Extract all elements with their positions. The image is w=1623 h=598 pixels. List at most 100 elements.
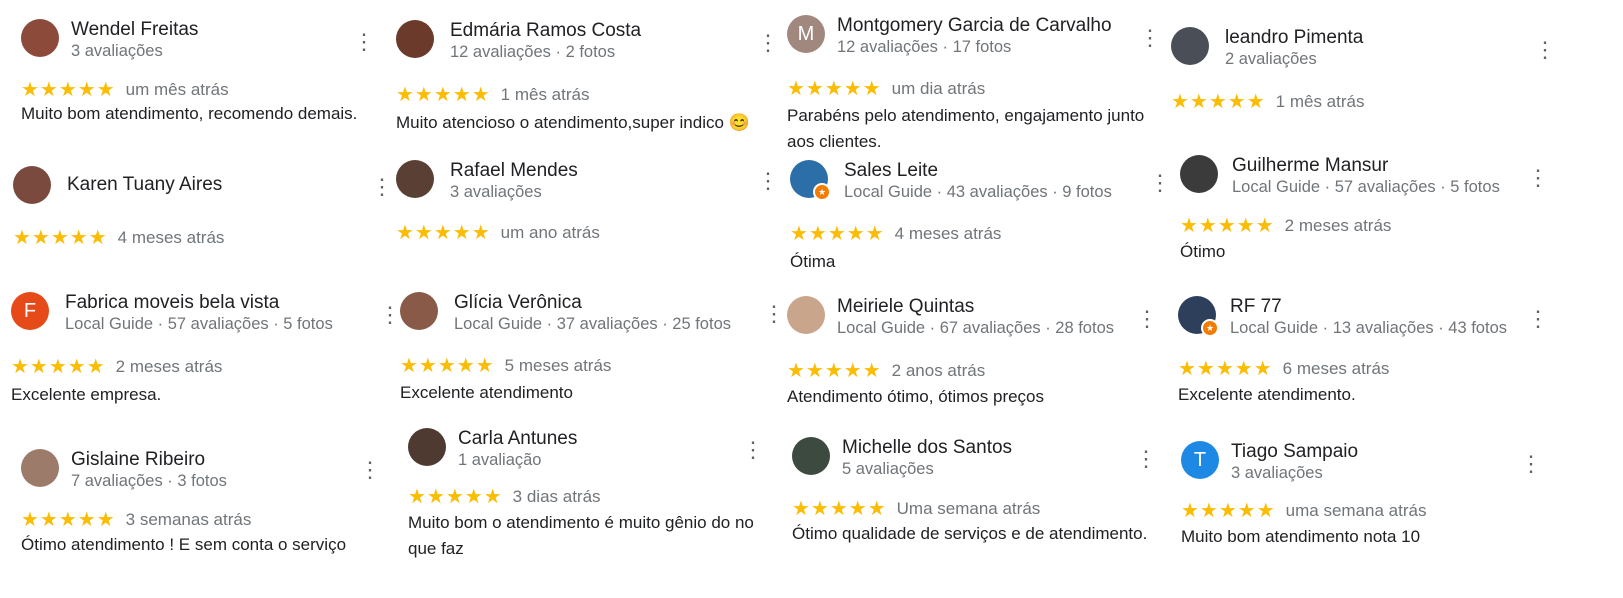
- reviewer-name[interactable]: Meiriele Quintas: [837, 296, 1114, 318]
- avatar[interactable]: [396, 160, 434, 198]
- review-card: T Tiago Sampaio 3 avaliações ⋮ ★★★★★ uma…: [1181, 441, 1546, 553]
- star-rating-icon: ★★★★★: [792, 498, 887, 520]
- more-vert-icon[interactable]: ⋮: [359, 459, 381, 481]
- review-text: Ótimo: [1180, 242, 1226, 261]
- reviewer-name[interactable]: RF 77: [1230, 296, 1507, 318]
- avatar[interactable]: [1171, 27, 1209, 65]
- review-card: ★ RF 77 Local Guide · 13 avaliações · 43…: [1178, 296, 1550, 414]
- avatar[interactable]: [1180, 155, 1218, 193]
- more-vert-icon[interactable]: ⋮: [379, 304, 401, 326]
- review-card: Rafael Mendes 3 avaliações ⋮ ★★★★★ um an…: [396, 160, 779, 250]
- star-rating-icon: ★★★★★: [408, 486, 503, 508]
- reviewer-name[interactable]: Glícia Verônica: [454, 292, 731, 314]
- review-time: 1 mês atrás: [1275, 91, 1365, 111]
- more-vert-icon[interactable]: ⋮: [763, 303, 785, 325]
- star-rating-icon: ★★★★★: [1178, 358, 1273, 380]
- review-header: Glícia Verônica Local Guide · 37 avaliaç…: [400, 292, 731, 335]
- more-vert-icon[interactable]: ⋮: [1149, 172, 1171, 194]
- more-vert-icon[interactable]: ⋮: [742, 439, 764, 461]
- review-text: Parabéns pelo atendimento, engajamento j…: [787, 106, 1145, 151]
- review-header: Carla Antunes 1 avaliação: [408, 428, 577, 471]
- rating-row: ★★★★★ 2 meses atrás: [11, 354, 222, 379]
- review-text: Atendimento ótimo, ótimos preços: [787, 387, 1045, 406]
- rating-row: ★★★★★ 5 meses atrás: [400, 353, 611, 378]
- reviewer-name[interactable]: Edmária Ramos Costa: [450, 20, 641, 42]
- reviewer-name[interactable]: Rafael Mendes: [450, 160, 578, 182]
- reviewer-name[interactable]: Carla Antunes: [458, 428, 577, 450]
- reviewer-name[interactable]: Fabrica moveis bela vista: [65, 292, 333, 314]
- review-card: leandro Pimenta 2 avaliações ⋮ ★★★★★ 1 m…: [1171, 27, 1556, 122]
- avatar[interactable]: [408, 428, 446, 466]
- review-time: um dia atrás: [891, 78, 986, 98]
- more-vert-icon[interactable]: ⋮: [1527, 308, 1549, 330]
- reviewer-name[interactable]: Karen Tuany Aires: [67, 166, 222, 204]
- rating-row: ★★★★★ 1 mês atrás: [1171, 89, 1364, 114]
- review-time: um mês atrás: [125, 79, 229, 99]
- review-text: Ótimo qualidade de serviços e de atendim…: [792, 524, 1148, 543]
- avatar[interactable]: [396, 20, 434, 58]
- reviewer-meta: 12 avaliações · 2 fotos: [450, 43, 616, 61]
- reviewer-name[interactable]: Wendel Freitas: [71, 19, 198, 41]
- star-rating-icon: ★★★★★: [396, 222, 491, 244]
- reviewer-name[interactable]: leandro Pimenta: [1225, 27, 1363, 49]
- more-vert-icon[interactable]: ⋮: [1527, 167, 1549, 189]
- reviewer-name[interactable]: Michelle dos Santos: [842, 437, 1012, 459]
- avatar[interactable]: T: [1181, 441, 1219, 479]
- star-rating-icon: ★★★★★: [1180, 215, 1275, 237]
- reviewer-meta: 3 avaliações: [450, 183, 542, 201]
- local-guide-badge-icon: ★: [1201, 319, 1219, 337]
- star-rating-icon: ★★★★★: [1181, 500, 1276, 522]
- more-vert-icon[interactable]: ⋮: [1534, 39, 1556, 61]
- more-vert-icon[interactable]: ⋮: [1139, 27, 1161, 49]
- avatar[interactable]: [792, 437, 830, 475]
- reviewer-name[interactable]: Montgomery Garcia de Carvalho: [837, 15, 1112, 37]
- review-header: Rafael Mendes 3 avaliações: [396, 160, 578, 203]
- reviews-collage: Wendel Freitas 3 avaliações ⋮ ★★★★★ um m…: [0, 0, 1623, 598]
- review-time: um ano atrás: [500, 222, 600, 242]
- review-card: Wendel Freitas 3 avaliações ⋮ ★★★★★ um m…: [21, 19, 376, 129]
- star-rating-icon: ★★★★★: [400, 355, 495, 377]
- review-header: Meiriele Quintas Local Guide · 67 avalia…: [787, 296, 1114, 339]
- rating-row: ★★★★★ 3 semanas atrás: [21, 507, 251, 532]
- avatar[interactable]: [21, 449, 59, 487]
- more-vert-icon[interactable]: ⋮: [1136, 308, 1158, 330]
- reviewer-meta: Local Guide · 57 avaliações · 5 fotos: [65, 315, 333, 333]
- rating-row: ★★★★★ Uma semana atrás: [792, 496, 1040, 521]
- rating-row: ★★★★★ 2 meses atrás: [1180, 213, 1391, 238]
- review-time: 3 dias atrás: [512, 486, 601, 506]
- avatar-initial: M: [797, 22, 815, 45]
- review-card: Michelle dos Santos 5 avaliações ⋮ ★★★★★…: [792, 437, 1167, 552]
- avatar[interactable]: F: [11, 292, 49, 330]
- avatar[interactable]: ★: [790, 160, 831, 201]
- review-time: uma semana atrás: [1285, 500, 1427, 520]
- more-vert-icon[interactable]: ⋮: [353, 31, 375, 53]
- reviewer-name[interactable]: Tiago Sampaio: [1231, 441, 1358, 463]
- avatar[interactable]: [787, 296, 825, 334]
- reviewer-name[interactable]: Sales Leite: [844, 160, 1112, 182]
- reviewer-name[interactable]: Guilherme Mansur: [1232, 155, 1500, 177]
- review-header: Guilherme Mansur Local Guide · 57 avalia…: [1180, 155, 1500, 198]
- review-text: Muito bom atendimento, recomendo demais.: [21, 104, 358, 123]
- review-header: ★ RF 77 Local Guide · 13 avaliações · 43…: [1178, 296, 1507, 339]
- more-vert-icon[interactable]: ⋮: [1135, 448, 1157, 470]
- more-vert-icon[interactable]: ⋮: [1520, 453, 1542, 475]
- avatar[interactable]: [13, 166, 51, 204]
- more-vert-icon[interactable]: ⋮: [757, 32, 779, 54]
- reviewer-meta: 12 avaliações · 17 fotos: [837, 38, 1012, 56]
- more-vert-icon[interactable]: ⋮: [757, 170, 779, 192]
- review-time: 2 meses atrás: [1284, 215, 1392, 235]
- review-card: Edmária Ramos Costa 12 avaliações · 2 fo…: [396, 20, 779, 140]
- review-card: Guilherme Mansur Local Guide · 57 avalia…: [1180, 155, 1550, 270]
- reviewer-meta: Local Guide · 57 avaliações · 5 fotos: [1232, 178, 1500, 196]
- avatar[interactable]: [21, 19, 59, 57]
- avatar[interactable]: M: [787, 15, 825, 53]
- review-time: Uma semana atrás: [896, 498, 1041, 518]
- review-time: 4 meses atrás: [894, 223, 1002, 243]
- more-vert-icon[interactable]: ⋮: [371, 176, 393, 198]
- avatar[interactable]: [400, 292, 438, 330]
- reviewer-meta: 1 avaliação: [458, 451, 542, 469]
- avatar[interactable]: ★: [1178, 296, 1219, 337]
- reviewer-meta: Local Guide · 37 avaliações · 25 fotos: [454, 315, 731, 333]
- reviewer-name[interactable]: Gislaine Ribeiro: [71, 449, 227, 471]
- review-text: Excelente atendimento: [400, 383, 573, 402]
